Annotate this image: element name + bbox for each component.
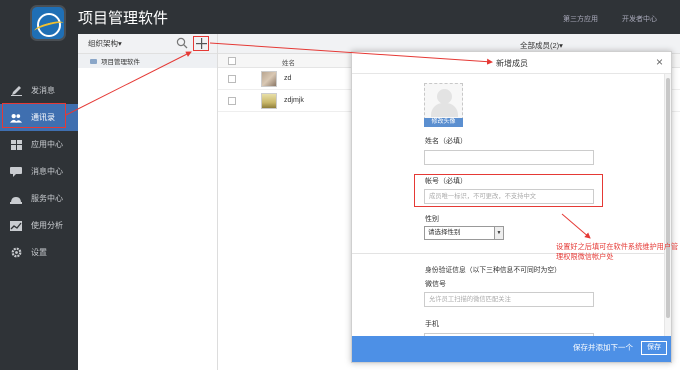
message-icon — [10, 166, 22, 177]
org-tree-root-label: 项目管理软件 — [101, 59, 140, 66]
modal-footer: 保存并添加下一个 保存 — [352, 336, 671, 362]
name-label: 姓名（必填） — [425, 138, 467, 145]
change-avatar-button[interactable]: 修改头像 — [424, 118, 463, 127]
folder-icon — [90, 58, 97, 64]
contacts-highlight-box — [2, 103, 66, 128]
sidebar-item-label: 设置 — [31, 248, 47, 257]
sidebar-item-usage-analysis[interactable]: 使用分析 — [0, 212, 78, 239]
member-filter-dropdown[interactable]: 全部成员(2)▾ — [520, 40, 563, 51]
third-party-apps-link[interactable]: 第三方应用 — [563, 14, 598, 24]
sidebar-item-label: 发消息 — [31, 86, 55, 95]
wechat-label: 微信号 — [425, 281, 446, 288]
sidebar-item-app-center[interactable]: 应用中心 — [0, 131, 78, 158]
plus-icon — [195, 38, 207, 49]
app-title: 项目管理软件 — [78, 10, 169, 27]
cloud-service-icon — [10, 194, 22, 204]
gender-select-value: 请选择性别 — [428, 229, 461, 236]
org-tree-root[interactable]: 项目管理软件 — [78, 54, 217, 68]
app-logo — [30, 5, 66, 41]
modal-header: 新增成员 × — [352, 52, 671, 74]
sidebar-item-service-center[interactable]: 服务中心 — [0, 185, 78, 212]
developer-center-link[interactable]: 开发者中心 — [622, 14, 657, 24]
top-bar: 项目管理软件 第三方应用 开发者中心 — [0, 0, 680, 41]
add-member-modal: 新增成员 × 修改头像 姓名（必填） 帐号（必填） 成员唯一标识，不可更改，不支… — [351, 51, 672, 363]
sidebar-item-label: 消息中心 — [31, 167, 63, 176]
org-panel: 组织架构▾ 项目管理软件 — [78, 34, 218, 370]
close-icon[interactable]: × — [656, 55, 663, 69]
sidebar-item-label: 应用中心 — [31, 140, 63, 149]
sidebar-item-settings[interactable]: 设置 — [0, 239, 78, 266]
account-highlight-box — [414, 174, 603, 207]
modal-title: 新增成员 — [496, 59, 528, 68]
avatar — [261, 71, 277, 87]
modal-scrollbar[interactable] — [664, 74, 671, 338]
row-checkbox[interactable] — [228, 75, 236, 83]
phone-label: 手机 — [425, 321, 439, 328]
sidebar-item-label: 使用分析 — [31, 221, 63, 230]
sidebar-item-send-message[interactable]: 发消息 — [0, 77, 78, 104]
save-button[interactable]: 保存 — [641, 341, 667, 355]
wechat-field[interactable]: 允许员工扫描的微信匹配关注 — [424, 292, 594, 307]
gender-label: 性别 — [425, 216, 439, 223]
member-name: zdjmjk — [284, 97, 304, 104]
gear-icon — [10, 247, 22, 258]
chevron-down-icon: ▼ — [494, 227, 503, 239]
member-name: zd — [284, 75, 292, 82]
sidebar-item-label: 服务中心 — [31, 194, 63, 203]
select-all-checkbox[interactable] — [228, 57, 236, 65]
column-name: 姓名 — [282, 60, 295, 67]
name-field[interactable] — [424, 150, 594, 165]
save-and-add-next-button[interactable]: 保存并添加下一个 — [573, 342, 633, 353]
gender-select[interactable]: 请选择性别 ▼ — [424, 226, 504, 240]
chart-icon — [10, 220, 22, 231]
org-dropdown-label: 组织架构▾ — [88, 39, 122, 48]
annotation-note: 设置好之后填可在软件系统维护用户管理权限微信帐户处 — [556, 242, 679, 261]
sidebar-item-message-center[interactable]: 消息中心 — [0, 158, 78, 185]
row-checkbox[interactable] — [228, 97, 236, 105]
identity-note: 身份验证信息（以下三种信息不可同时为空） — [425, 267, 561, 274]
avatar — [261, 93, 277, 109]
add-member-button[interactable] — [193, 36, 209, 51]
search-icon[interactable] — [176, 37, 188, 51]
apps-grid-icon — [10, 139, 22, 150]
pencil-icon — [10, 85, 22, 96]
scrollbar-thumb[interactable] — [666, 78, 670, 318]
